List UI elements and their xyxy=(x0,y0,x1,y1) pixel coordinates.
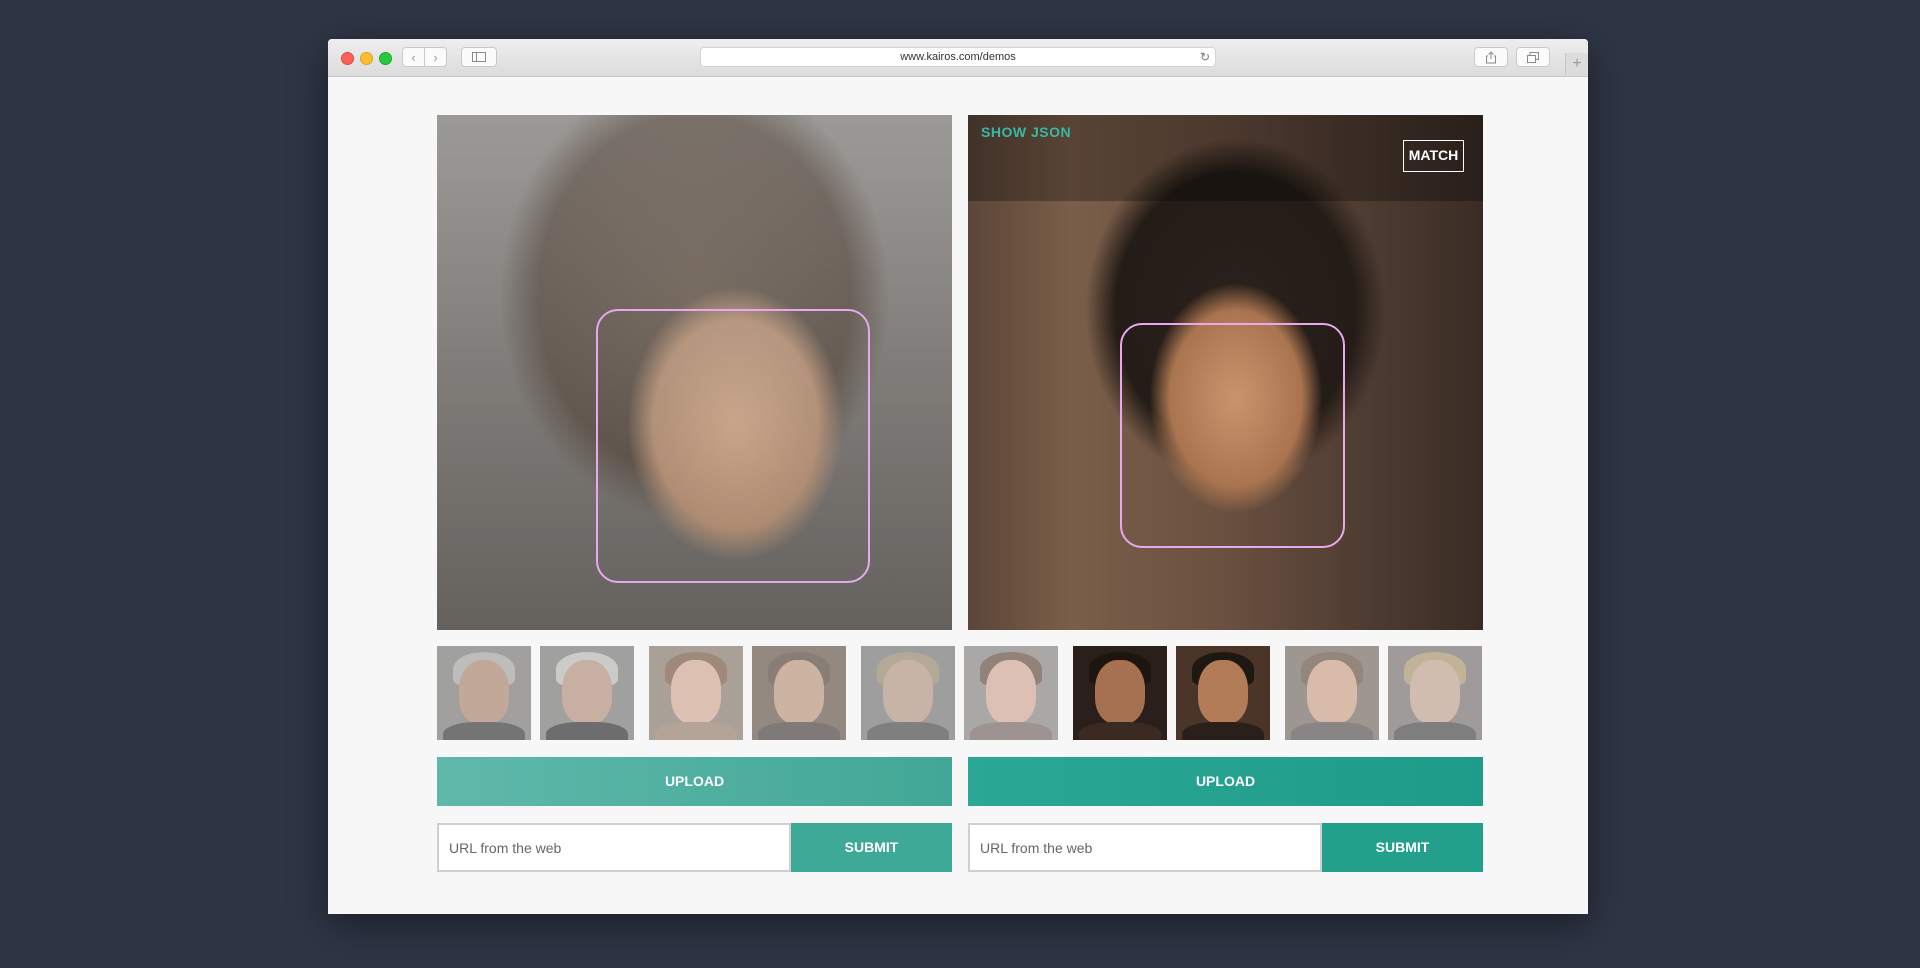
left-face-detection-box xyxy=(596,309,870,583)
thumbnail[interactable] xyxy=(1285,646,1379,740)
match-button[interactable]: MATCH xyxy=(1403,140,1464,172)
left-url-input[interactable] xyxy=(437,823,791,872)
thumbnail[interactable] xyxy=(540,646,634,740)
share-button[interactable] xyxy=(1474,47,1508,67)
tabs-overview-button[interactable] xyxy=(1516,47,1550,67)
right-face-detection-box xyxy=(1120,323,1345,548)
right-upload-button[interactable]: UPLOAD xyxy=(968,757,1483,806)
show-json-link[interactable]: SHOW JSON xyxy=(981,124,1071,140)
close-window-button[interactable] xyxy=(341,52,354,65)
left-upload-button[interactable]: UPLOAD xyxy=(437,757,952,806)
thumbnail[interactable] xyxy=(1176,646,1270,740)
thumbnail[interactable] xyxy=(1388,646,1482,740)
tabs-icon xyxy=(1527,51,1539,63)
reload-icon[interactable]: ↻ xyxy=(1200,48,1210,66)
right-submit-button[interactable]: SUBMIT xyxy=(1322,823,1483,872)
zoom-window-button[interactable] xyxy=(379,52,392,65)
url-text: www.kairos.com/demos xyxy=(900,51,1016,63)
thumbnail[interactable] xyxy=(649,646,743,740)
forward-button[interactable]: › xyxy=(424,47,447,67)
share-icon xyxy=(1486,50,1496,63)
thumbnail[interactable] xyxy=(861,646,955,740)
right-photo-panel: SHOW JSON MATCH xyxy=(968,115,1483,630)
back-button[interactable]: ‹ xyxy=(402,47,425,67)
browser-toolbar: ‹ › www.kairos.com/demos ↻ + xyxy=(328,39,1588,77)
chevron-right-icon: › xyxy=(433,49,438,65)
thumbnail[interactable] xyxy=(964,646,1058,740)
thumbnail[interactable] xyxy=(1073,646,1167,740)
right-url-input[interactable] xyxy=(968,823,1322,872)
minimize-window-button[interactable] xyxy=(360,52,373,65)
sidebar-icon xyxy=(472,52,486,62)
thumbnail[interactable] xyxy=(437,646,531,740)
left-submit-button[interactable]: SUBMIT xyxy=(791,823,952,872)
thumbnail[interactable] xyxy=(752,646,846,740)
chevron-left-icon: ‹ xyxy=(411,49,416,65)
address-bar[interactable]: www.kairos.com/demos ↻ xyxy=(700,47,1216,67)
browser-window: ‹ › www.kairos.com/demos ↻ + SHOW JSON M… xyxy=(328,39,1588,914)
sample-thumbnails xyxy=(437,646,1483,740)
sidebar-toggle-button[interactable] xyxy=(461,47,497,67)
left-photo-panel xyxy=(437,115,952,630)
plus-icon: + xyxy=(1572,55,1582,72)
new-tab-button[interactable]: + xyxy=(1565,53,1588,75)
